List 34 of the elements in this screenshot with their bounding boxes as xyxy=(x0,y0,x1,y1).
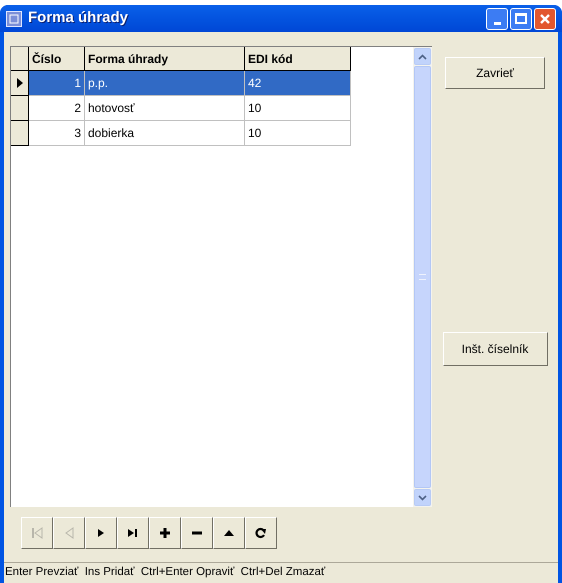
row-indicator[interactable] xyxy=(11,96,29,121)
minimize-button[interactable] xyxy=(486,8,508,30)
table-row[interactable]: 3 dobierka 10 xyxy=(11,121,351,146)
navigator-button[interactable] xyxy=(117,517,149,549)
table-cell: dobierka xyxy=(85,121,245,146)
status-text: Enter Prevziať Ins Pridať Ctrl+Enter Opraviť Ctrl+Del Zmazať xyxy=(4,565,326,580)
table-row[interactable]: 1 p.p. 42 xyxy=(11,71,351,96)
command-button[interactable]: Zavrieť xyxy=(445,57,545,89)
current-row-icon xyxy=(16,77,24,89)
header-corner xyxy=(11,47,29,71)
vertical-scrollbar[interactable] xyxy=(413,47,432,507)
window-title: Forma úhrady xyxy=(28,8,128,28)
table-cell: 3 xyxy=(29,121,85,146)
column-header[interactable]: Číslo xyxy=(29,47,85,71)
navigator-button[interactable] xyxy=(245,517,277,549)
close-button[interactable] xyxy=(534,8,556,30)
navigator-button[interactable] xyxy=(85,517,117,549)
close-icon xyxy=(539,12,551,24)
command-button[interactable]: Inšt. číselník xyxy=(442,332,548,366)
plus-icon xyxy=(158,526,172,540)
column-header[interactable]: Forma úhrady xyxy=(85,47,245,71)
maximize-button[interactable] xyxy=(510,8,532,30)
column-header[interactable]: EDI kód xyxy=(245,47,351,71)
last-record-icon xyxy=(126,526,140,540)
navigator-button[interactable] xyxy=(181,517,213,549)
first-record-icon xyxy=(30,526,44,540)
navigator-button[interactable] xyxy=(213,517,245,549)
refresh-icon xyxy=(254,526,268,540)
window-icon xyxy=(6,10,22,26)
table-cell: 10 xyxy=(245,121,351,146)
navigator-button[interactable] xyxy=(149,517,181,549)
row-indicator[interactable] xyxy=(11,71,29,96)
row-indicator[interactable] xyxy=(11,121,29,146)
table-row[interactable]: 2 hotovosť 10 xyxy=(11,96,351,121)
